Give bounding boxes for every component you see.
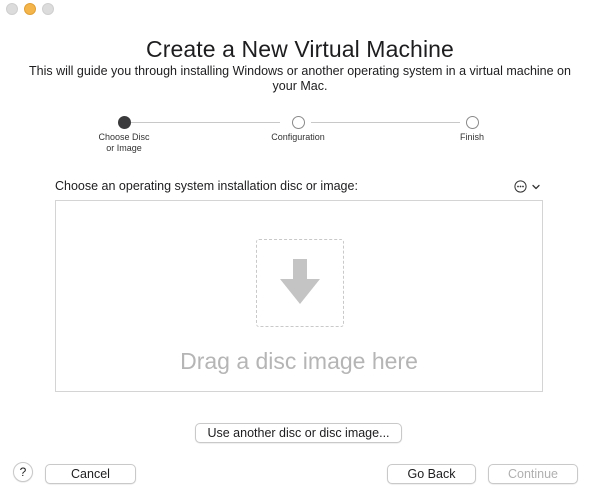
close-window-icon[interactable] — [6, 3, 18, 15]
step-dot-configuration — [292, 116, 305, 129]
stepper-connector — [131, 122, 280, 123]
go-back-button[interactable]: Go Back — [387, 464, 476, 484]
minimize-window-icon[interactable] — [24, 3, 36, 15]
cancel-button[interactable]: Cancel — [45, 464, 136, 484]
help-button[interactable]: ? — [13, 462, 33, 482]
options-menu-button[interactable] — [514, 180, 540, 193]
page-subtitle: This will guide you through installing W… — [29, 64, 571, 93]
step-dot-choose-disc — [118, 116, 131, 129]
step-dot-finish — [466, 116, 479, 129]
continue-button[interactable]: Continue — [488, 464, 578, 484]
step-label-configuration: Configuration — [271, 132, 325, 142]
window-controls — [6, 3, 54, 15]
step-label-choose-disc: Choose Disc or Image — [98, 132, 150, 153]
chevron-down-icon — [532, 184, 540, 189]
use-another-disc-button[interactable]: Use another disc or disc image... — [195, 423, 402, 443]
page-title: Create a New Virtual Machine — [146, 36, 454, 62]
disc-image-dropzone[interactable]: Drag a disc image here — [55, 200, 543, 392]
step-label-finish: Finish — [459, 132, 484, 142]
ellipsis-circle-icon — [514, 180, 527, 193]
setup-stepper: Choose Disc or Image Configuration Finis… — [0, 116, 600, 156]
zoom-window-icon[interactable] — [42, 3, 54, 15]
disc-prompt: Choose an operating system installation … — [55, 179, 358, 193]
vm-assistant-window: Create a New Virtual Machine This will g… — [0, 0, 600, 489]
arrow-down-icon — [280, 259, 320, 304]
dropzone-text: Drag a disc image here — [180, 348, 418, 374]
drop-target-frame — [256, 239, 344, 327]
stepper-connector — [311, 122, 460, 123]
